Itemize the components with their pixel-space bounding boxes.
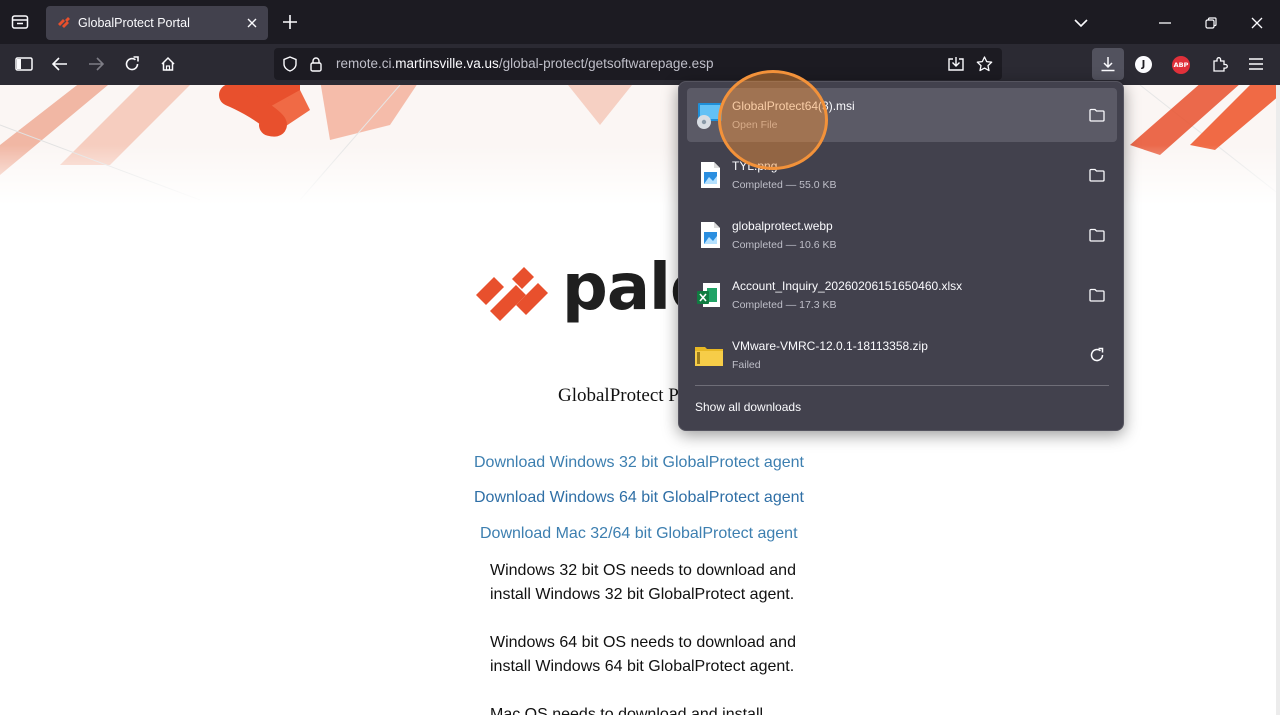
retry-icon[interactable] — [1087, 345, 1107, 365]
page-scrollbar[interactable] — [1276, 85, 1280, 715]
download-status: Completed — 55.0 KB — [732, 179, 837, 191]
chevron-down-icon[interactable] — [1068, 10, 1094, 36]
installer-icon — [697, 103, 722, 129]
hamburger-menu-icon[interactable] — [1244, 52, 1268, 76]
restore-icon[interactable] — [1198, 10, 1224, 36]
download-item[interactable]: VMware-VMRC-12.0.1-18113358.zip Failed — [687, 328, 1117, 382]
download-status: Completed — 17.3 KB — [732, 299, 837, 311]
tab-title: GlobalProtect Portal — [78, 16, 190, 30]
navigation-toolbar: remote.ci.martinsville.va.us/global-prot… — [0, 44, 1280, 85]
home-icon[interactable] — [156, 52, 180, 76]
page-heading: GlobalProtect P — [558, 385, 679, 406]
save-page-icon[interactable] — [946, 54, 966, 74]
image-file-icon — [701, 222, 720, 248]
folder-icon[interactable] — [1087, 165, 1107, 185]
sidebar-icon[interactable] — [12, 52, 36, 76]
reload-icon[interactable] — [120, 52, 144, 76]
download-filename: globalprotect.webp — [732, 219, 833, 233]
paloalto-logo: palo — [472, 251, 714, 329]
minimize-icon[interactable] — [1152, 10, 1178, 36]
excel-file-icon — [697, 283, 720, 307]
download-item[interactable]: TYL.png Completed — 55.0 KB — [687, 148, 1117, 202]
download-filename: Account_Inquiry_20260206151650460.xlsx — [732, 279, 963, 293]
download-item[interactable]: globalprotect.webp Completed — 10.6 KB — [687, 208, 1117, 262]
zip-folder-icon — [695, 347, 723, 366]
lock-icon[interactable] — [306, 54, 326, 74]
close-tab-icon[interactable] — [244, 15, 260, 31]
download-filename: GlobalProtect64(3).msi — [732, 99, 855, 113]
download-filename: VMware-VMRC-12.0.1-18113358.zip — [732, 339, 928, 353]
close-window-icon[interactable] — [1244, 10, 1270, 36]
extension-j-icon[interactable]: J — [1135, 56, 1152, 73]
downloads-panel: GlobalProtect64(3).msi Open File TYL.png… — [678, 81, 1124, 431]
download-status: Open File — [732, 119, 778, 131]
download-filename: TYL.png — [732, 159, 778, 173]
tab-list-icon[interactable] — [8, 10, 32, 34]
image-file-icon — [701, 162, 720, 188]
download-icon — [1101, 57, 1115, 72]
panel-divider — [695, 385, 1109, 386]
download-mac-link[interactable]: Download Mac 32/64 bit GlobalProtect age… — [480, 525, 798, 543]
folder-icon[interactable] — [1087, 285, 1107, 305]
shield-icon[interactable] — [280, 54, 300, 74]
note-mac: Mac OS needs to download and install — [490, 706, 764, 715]
folder-icon[interactable] — [1087, 105, 1107, 125]
back-arrow-icon[interactable] — [48, 52, 72, 76]
url-text[interactable]: remote.ci.martinsville.va.us/global-prot… — [336, 56, 713, 71]
tab-globalprotect-portal[interactable]: GlobalProtect Portal — [46, 6, 268, 40]
forward-arrow-icon[interactable] — [84, 52, 108, 76]
url-bar[interactable]: remote.ci.martinsville.va.us/global-prot… — [274, 48, 1002, 80]
download-status: Completed — 10.6 KB — [732, 239, 837, 251]
download-item[interactable]: GlobalProtect64(3).msi Open File — [687, 88, 1117, 142]
note-win64: Windows 64 bit OS needs to download and … — [490, 634, 796, 675]
downloads-button[interactable] — [1092, 48, 1124, 80]
paloalto-favicon-icon — [58, 17, 70, 28]
download-item[interactable]: Account_Inquiry_20260206151650460.xlsx C… — [687, 268, 1117, 322]
extensions-puzzle-icon[interactable] — [1208, 52, 1232, 76]
note-win32: Windows 32 bit OS needs to download and … — [490, 562, 796, 603]
adblock-plus-icon[interactable]: ABP — [1172, 56, 1190, 74]
download-win32-link[interactable]: Download Windows 32 bit GlobalProtect ag… — [474, 454, 804, 472]
folder-icon[interactable] — [1087, 225, 1107, 245]
download-status: Failed — [732, 359, 761, 371]
paloalto-logo-icon — [476, 267, 548, 321]
new-tab-icon[interactable] — [280, 12, 300, 32]
show-all-downloads-button[interactable]: Show all downloads — [695, 400, 801, 414]
bookmark-star-icon[interactable] — [974, 54, 994, 74]
download-win64-link[interactable]: Download Windows 64 bit GlobalProtect ag… — [474, 489, 804, 507]
tab-strip: GlobalProtect Portal — [0, 0, 1280, 44]
